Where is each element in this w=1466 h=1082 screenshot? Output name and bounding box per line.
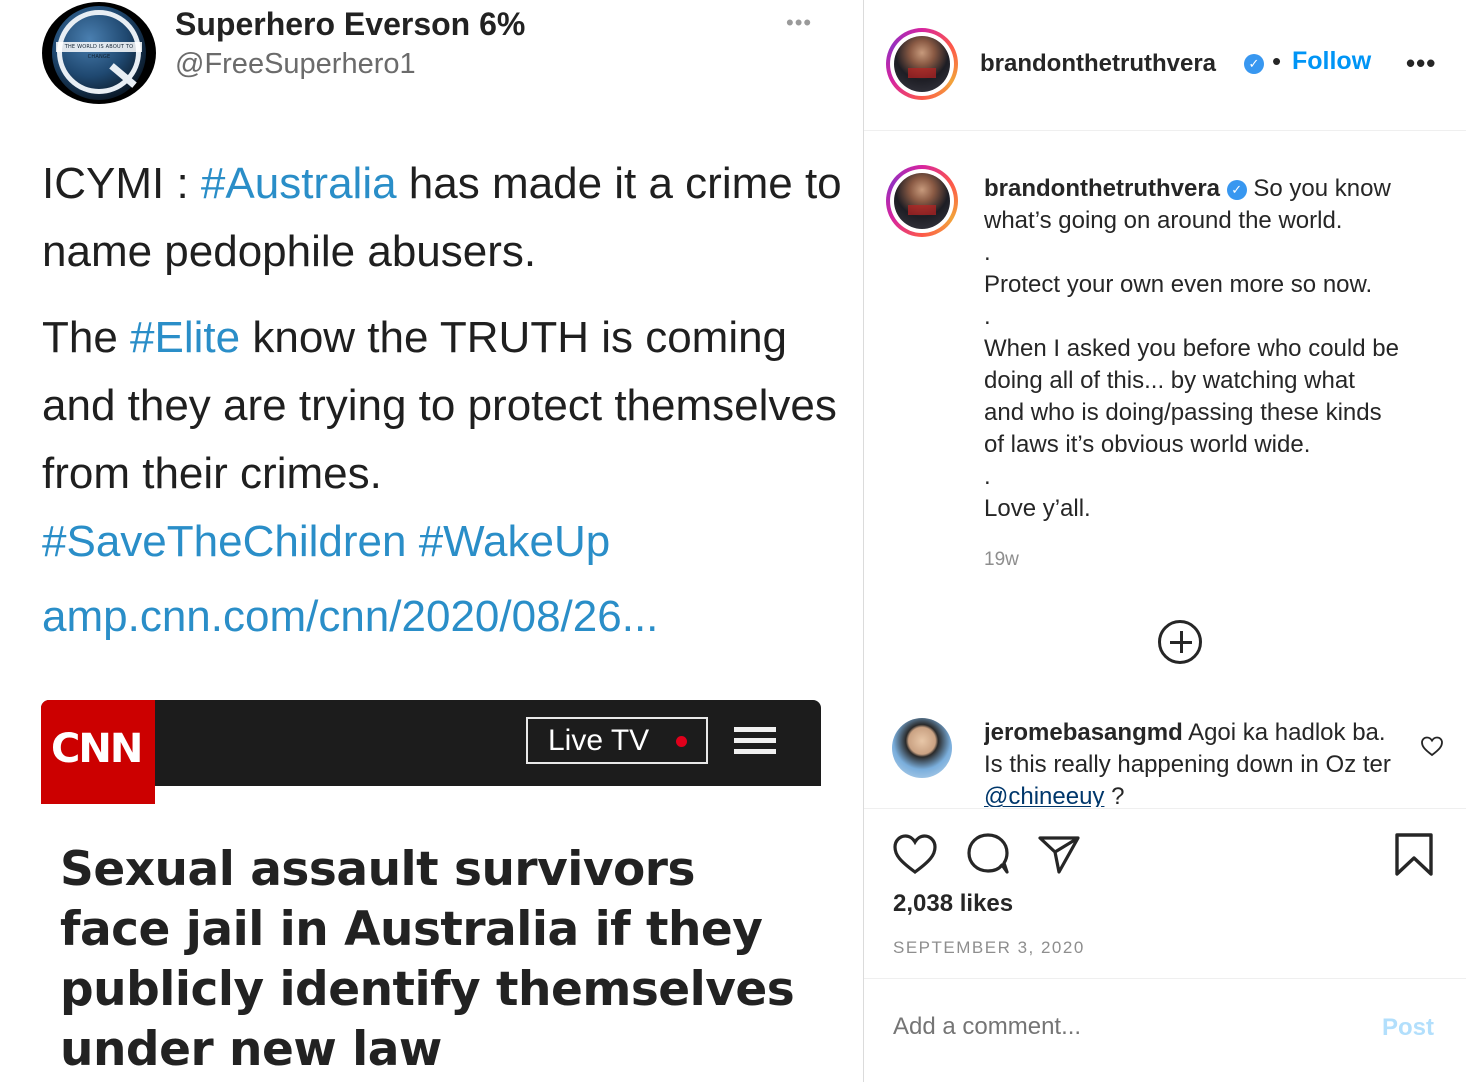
- comment: jeromebasangmd Agoi ka hadlok ba. Is thi…: [984, 717, 1404, 807]
- commenter-avatar[interactable]: [892, 718, 952, 778]
- comment-mention-link[interactable]: @chineeuy: [984, 783, 1104, 807]
- commenter-username[interactable]: jeromebasangmd: [984, 719, 1183, 746]
- save-bookmark-icon[interactable]: [1394, 832, 1434, 883]
- comment-box-divider: [864, 978, 1466, 979]
- caption: brandonthetruthvera ✓ So you know what’s…: [984, 173, 1446, 525]
- comment-text-tail: ?: [1104, 783, 1125, 807]
- tweet-avatar: THE WORLD IS ABOUT TO CHANGE: [42, 2, 156, 104]
- verified-badge-icon: ✓: [1244, 54, 1264, 74]
- caption-text: So you know: [1253, 175, 1391, 202]
- avatar-banner-text: THE WORLD IS ABOUT TO CHANGE: [56, 42, 142, 60]
- cnn-logo-text: CNN: [51, 726, 143, 772]
- post-image[interactable]: THE WORLD IS ABOUT TO CHANGE Superhero E…: [0, 0, 863, 1082]
- tweet-paragraph-1: ICYMI : #Australia has made it a crime t…: [42, 150, 842, 286]
- comments-divider: [864, 808, 1466, 809]
- likes-count[interactable]: 2,038 likes: [893, 890, 1013, 918]
- tweet-handle: @FreeSuperhero1: [175, 48, 416, 80]
- hamburger-menu-icon: [734, 727, 776, 759]
- live-dot-icon: [676, 736, 687, 747]
- caption-line: and who is doing/passing these kinds: [984, 399, 1382, 426]
- caption-line: .: [984, 239, 991, 266]
- post-date[interactable]: SEPTEMBER 3, 2020: [893, 938, 1085, 958]
- caption-line: of laws it’s obvious world wide.: [984, 431, 1311, 458]
- comment-like-icon[interactable]: [1420, 735, 1444, 762]
- caption-username[interactable]: brandonthetruthvera: [984, 175, 1220, 202]
- post-comment-button[interactable]: Post: [1382, 1014, 1434, 1042]
- caption-line: Love y’all.: [984, 495, 1091, 522]
- article-headline: Sexual assault survivors face jail in Au…: [60, 842, 795, 1077]
- hashtag-savethechildren: #SaveTheChildren: [42, 517, 407, 566]
- add-comment-input[interactable]: [893, 1013, 1373, 1041]
- tweet-paragraph-2: The #Elite know the TRUTH is coming and …: [42, 304, 842, 576]
- caption-line: .: [984, 463, 991, 490]
- caption-line: When I asked you before who could be: [984, 335, 1399, 362]
- cnn-logo: CNN: [41, 700, 155, 804]
- author-avatar[interactable]: [886, 28, 958, 100]
- tweet-body: ICYMI : #Australia has made it a crime t…: [42, 150, 842, 594]
- tweet-text: ICYMI :: [42, 159, 201, 208]
- tweet-display-name: Superhero Everson 6%: [175, 6, 526, 42]
- more-options-icon[interactable]: •••: [1406, 48, 1436, 79]
- caption-timestamp[interactable]: 19w: [984, 549, 1019, 571]
- caption-line: what’s going on around the world.: [984, 207, 1343, 234]
- like-heart-icon[interactable]: [892, 832, 938, 881]
- hashtag-elite: #Elite: [130, 313, 241, 362]
- verified-badge-icon: ✓: [1226, 179, 1247, 200]
- tweet-text: The: [42, 313, 131, 362]
- load-more-comments-icon[interactable]: [1158, 620, 1202, 664]
- hashtag-wakeup: #WakeUp: [418, 517, 611, 566]
- hashtag-australia: #Australia: [200, 159, 397, 208]
- caption-line: Protect your own even more so now.: [984, 271, 1373, 298]
- share-paper-plane-icon[interactable]: [1036, 832, 1082, 881]
- follow-button[interactable]: Follow: [1292, 47, 1371, 76]
- caption-line: .: [984, 303, 991, 330]
- header-divider: [864, 130, 1466, 131]
- post-sidebar: brandonthetruthvera ✓ • Follow ••• brand…: [864, 0, 1466, 1082]
- separator-dot: •: [1272, 46, 1282, 76]
- caption-avatar[interactable]: [886, 165, 958, 237]
- caption-line: doing all of this... by watching what: [984, 367, 1355, 394]
- comment-bubble-icon[interactable]: [965, 832, 1011, 881]
- tweet-link: amp.cnn.com/cnn/2020/08/26...: [42, 592, 659, 641]
- tweet-more-icon: •••: [786, 10, 813, 35]
- author-username[interactable]: brandonthetruthvera: [980, 50, 1216, 78]
- caption-line: brandonthetruthvera ✓ So you know: [984, 173, 1446, 205]
